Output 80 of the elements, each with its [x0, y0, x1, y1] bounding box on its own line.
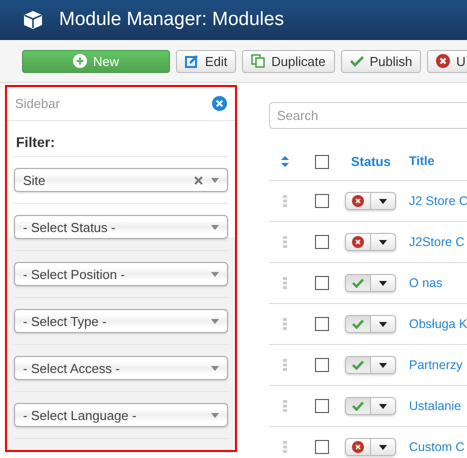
duplicate-button[interactable]: Duplicate: [242, 50, 335, 72]
status-toggle[interactable]: [345, 274, 371, 292]
caret-icon: [379, 198, 387, 204]
new-button[interactable]: New: [22, 50, 170, 72]
sidebar-title: Sidebar: [15, 96, 60, 111]
filter-dropdown[interactable]: - Select Access -: [14, 356, 228, 380]
module-title-link[interactable]: Obsługa K: [409, 317, 467, 331]
module-title-link[interactable]: J2Store C: [409, 235, 465, 249]
caret-icon: [211, 178, 219, 182]
module-title-link[interactable]: Partnerzy: [409, 358, 462, 372]
drag-handle-icon: [283, 359, 287, 371]
drag-handle-icon: [283, 277, 287, 289]
dropdown-toggle[interactable]: [371, 192, 396, 210]
status-toggle[interactable]: [345, 233, 371, 251]
row-checkbox[interactable]: [315, 235, 329, 249]
row-checkbox[interactable]: [315, 194, 329, 208]
copy-icon: [251, 54, 266, 68]
unpublish-button[interactable]: U: [427, 50, 467, 72]
drag-handle-icon: [283, 195, 287, 207]
status-toggle[interactable]: [345, 315, 371, 333]
dropdown-toggle[interactable]: [371, 315, 396, 333]
caret-icon: [379, 362, 387, 368]
dropdown-toggle[interactable]: [371, 233, 396, 251]
row-checkbox[interactable]: [315, 399, 329, 413]
module-title-link[interactable]: O nas: [409, 276, 442, 290]
check-icon: [352, 319, 364, 329]
cancel-icon: [352, 236, 364, 248]
caret-icon: [379, 404, 387, 408]
row-checkbox[interactable]: [315, 440, 329, 454]
check-icon: [350, 54, 364, 68]
filter-dropdown[interactable]: - Select Position -: [14, 262, 228, 286]
module-title-link[interactable]: Ustalanie: [409, 399, 462, 413]
filter-dropdown[interactable]: - Select Language -: [14, 403, 228, 427]
caret-icon: [211, 272, 219, 276]
edit-button[interactable]: Edit: [176, 50, 236, 72]
edit-icon: [185, 54, 199, 68]
close-icon[interactable]: [212, 96, 227, 111]
cancel-icon: [436, 54, 450, 68]
dropdown-toggle[interactable]: [371, 356, 396, 374]
column-header[interactable]: Status: [351, 154, 405, 169]
caret-icon: [379, 322, 387, 326]
column-header[interactable]: Title: [409, 154, 434, 169]
status-toggle[interactable]: [345, 192, 371, 210]
status-toggle[interactable]: [345, 438, 371, 456]
drag-handle-icon: [283, 236, 287, 248]
dropdown-toggle[interactable]: [371, 397, 396, 415]
search-field[interactable]: Search: [269, 102, 467, 129]
caret-icon: [211, 366, 219, 370]
dropdown-toggle[interactable]: [371, 438, 396, 456]
check-icon: [352, 360, 364, 370]
select-all-checkbox[interactable]: [315, 154, 329, 168]
check-icon: [352, 401, 364, 411]
status-toggle[interactable]: [345, 397, 371, 415]
filter-label: Filter:: [14, 121, 228, 157]
drag-handle-icon: [283, 400, 287, 412]
cube-icon: [23, 10, 43, 30]
drag-handle-icon: [283, 441, 287, 453]
check-icon: [352, 278, 364, 288]
status-toggle[interactable]: [345, 356, 371, 374]
caret-icon: [379, 280, 387, 286]
sort-icon[interactable]: [281, 156, 289, 167]
filter-dropdown[interactable]: - Select Type -: [14, 309, 228, 333]
cancel-icon: [352, 441, 364, 453]
cancel-icon: [352, 195, 364, 207]
row-checkbox[interactable]: [315, 276, 329, 290]
publish-button[interactable]: Publish: [340, 50, 422, 72]
page-title: Module Manager: Modules: [59, 9, 284, 31]
row-checkbox[interactable]: [315, 358, 329, 372]
caret-icon: [211, 224, 219, 230]
plus-icon: [72, 54, 87, 68]
row-checkbox[interactable]: [315, 317, 329, 331]
caret-icon: [211, 412, 219, 418]
filter-dropdown[interactable]: - Select Status -: [14, 215, 228, 239]
caret-icon: [379, 444, 387, 450]
caret-icon: [379, 240, 387, 244]
filter-dropdown[interactable]: Site: [14, 168, 228, 192]
caret-icon: [211, 318, 219, 324]
drag-handle-icon: [283, 318, 287, 330]
module-title-link[interactable]: Custom C: [409, 440, 465, 454]
dropdown-toggle[interactable]: [371, 274, 396, 292]
